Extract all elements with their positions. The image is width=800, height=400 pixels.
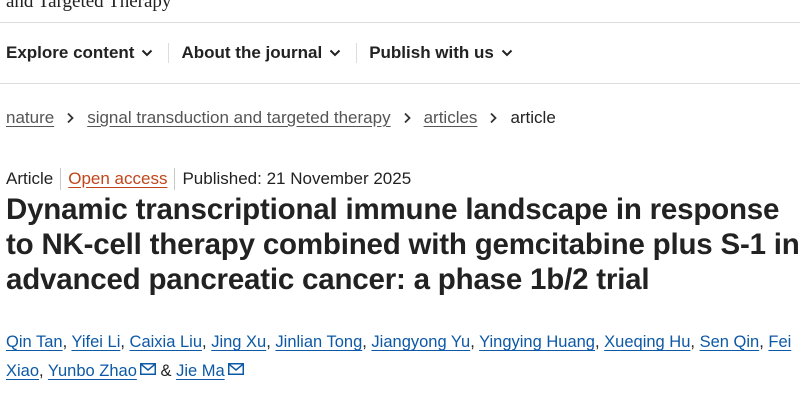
chevron-right-icon — [490, 112, 498, 124]
nav-explore-content[interactable]: Explore content — [6, 42, 170, 64]
author-link[interactable]: Yifei Li — [71, 333, 120, 351]
nav-item-label: About the journal — [181, 43, 323, 62]
article-meta: Article Open access Published: 21 Novemb… — [6, 168, 411, 190]
chevron-down-icon — [142, 49, 153, 57]
article-type: Article — [6, 169, 54, 188]
chevron-right-icon — [403, 112, 411, 124]
author-separator: , — [759, 333, 769, 351]
envelope-icon[interactable] — [139, 363, 156, 375]
meta-divider — [60, 168, 62, 190]
journal-title[interactable]: and Targeted Therapy — [6, 0, 171, 13]
author-separator: , — [690, 333, 700, 351]
author-link[interactable]: Caixia Liu — [130, 333, 202, 351]
envelope-icon[interactable] — [227, 363, 244, 375]
chevron-right-icon — [67, 112, 74, 124]
author-separator: , — [470, 333, 480, 351]
author-link[interactable]: Xueqing Hu — [604, 333, 690, 351]
breadcrumb-journal[interactable]: signal transduction and targeted therapy — [87, 108, 390, 128]
article-title: Dynamic transcriptional immune landscape… — [6, 193, 800, 296]
open-access-link[interactable]: Open access — [68, 169, 167, 189]
author-link[interactable]: Jie Ma — [176, 362, 225, 380]
published-date: Published: 21 November 2025 — [182, 169, 412, 188]
nav-about-the-journal[interactable]: About the journal — [181, 42, 357, 64]
author-list: Qin Tan, Yifei Li, Caixia Liu, Jing Xu, … — [6, 328, 796, 386]
author-link[interactable]: Sen Qin — [700, 333, 760, 351]
author-link[interactable]: Jing Xu — [211, 333, 266, 351]
author-separator: , — [202, 333, 212, 351]
author-separator: , — [594, 333, 605, 351]
author-link[interactable]: Jiangyong Yu — [371, 333, 470, 351]
breadcrumb-current: article — [510, 108, 556, 127]
nav-divider — [0, 83, 800, 84]
nav-item-label: Publish with us — [369, 43, 494, 62]
chevron-down-icon — [501, 49, 513, 57]
author-separator: , — [120, 333, 130, 351]
author-separator: , — [39, 362, 48, 380]
breadcrumb-nature[interactable]: nature — [6, 108, 54, 128]
author-separator-last: & — [155, 362, 177, 380]
author-link[interactable]: Yingying Huang — [479, 333, 595, 351]
author-link[interactable]: Qin Tan — [6, 333, 63, 351]
author-link[interactable]: Yunbo Zhao — [48, 362, 137, 380]
nav-publish-with-us[interactable]: Publish with us — [369, 42, 529, 64]
breadcrumb-articles[interactable]: articles — [424, 108, 478, 128]
chevron-down-icon — [329, 49, 341, 57]
breadcrumb: nature signal transduction and targeted … — [6, 108, 556, 128]
meta-divider — [174, 168, 176, 190]
author-link[interactable]: Jinlian Tong — [275, 333, 362, 351]
nav-item-label: Explore content — [6, 43, 135, 62]
main-navigation: Explore content About the journal Publis… — [6, 42, 541, 64]
header-divider — [0, 22, 800, 23]
